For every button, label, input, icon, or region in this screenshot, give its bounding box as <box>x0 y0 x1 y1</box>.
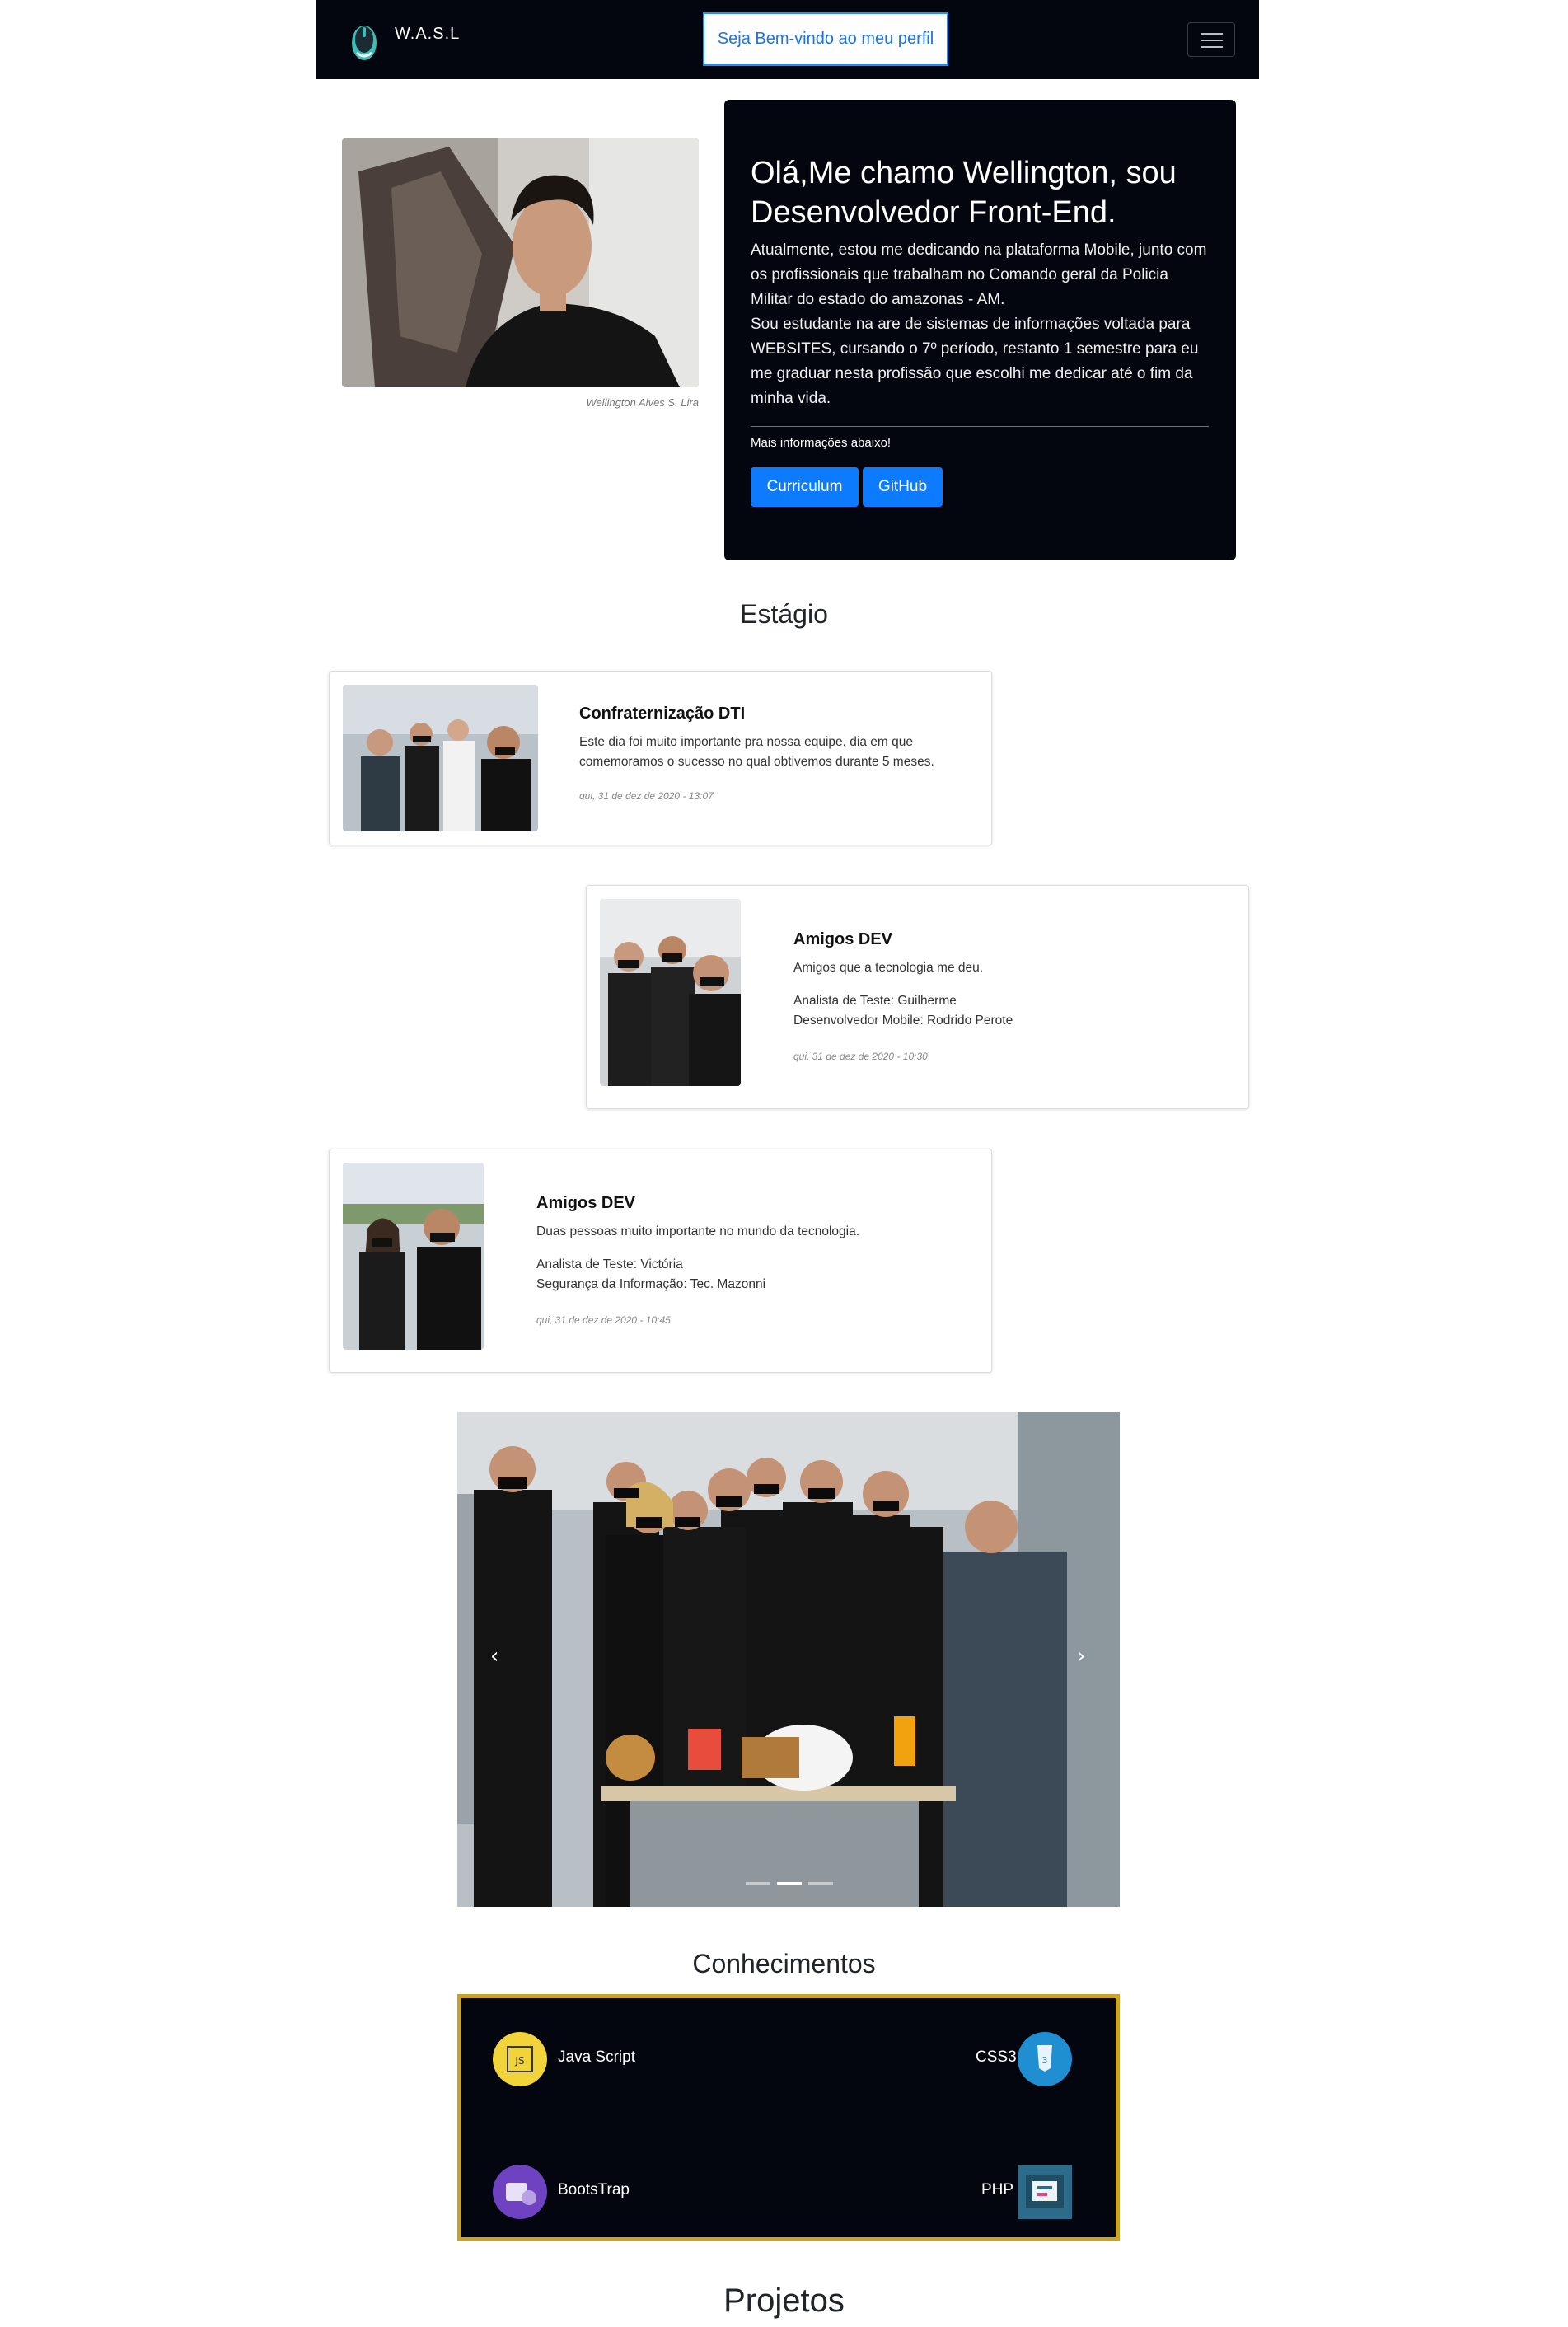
chevron-right-icon[interactable]: › <box>1077 1644 1085 1669</box>
card-confraternizacao: Confraternização DTI Este dia foi muito … <box>329 671 992 845</box>
curriculum-button[interactable]: Curriculum <box>751 467 859 507</box>
card-amigos-dev-2: Amigos DEV Duas pessoas muito importante… <box>329 1149 992 1373</box>
intro-text: Atualmente, estou me dedicando na plataf… <box>751 238 1212 411</box>
navbar: W.A.S.L Seja Bem-vindo ao meu perfil <box>316 0 1259 79</box>
carousel-indicator-2[interactable] <box>777 1882 802 1885</box>
card-text: Amigos que a tecnologia me deu. <box>793 961 984 975</box>
card-title: Amigos DEV <box>536 1194 636 1212</box>
card-extra-2: Segurança da Informação: Tec. Mazonni <box>536 1277 766 1291</box>
bootstrap-icon <box>493 2165 547 2219</box>
carousel-indicator-3[interactable] <box>808 1882 833 1885</box>
welcome-button[interactable]: Seja Bem-vindo ao meu perfil <box>703 12 948 66</box>
skill-css3: CSS3 <box>976 2048 1017 2066</box>
divider <box>751 426 1209 427</box>
card-date: qui, 31 de dez de 2020 - 10:45 <box>536 1314 671 1326</box>
intro-title: Olá,Me chamo Wellington, sou Desenvolved… <box>751 156 1177 230</box>
intro-paragraph-1: Atualmente, estou me dedicando na plataf… <box>751 241 1207 308</box>
github-button[interactable]: GitHub <box>863 467 943 507</box>
card-extra-2: Desenvolvedor Mobile: Rodrido Perote <box>793 1014 1013 1028</box>
skills-panel: JS Java Script CSS3 3 BootsTrap PHP <box>457 1994 1120 2241</box>
carousel-indicator-1[interactable] <box>746 1882 770 1885</box>
estagio-heading: Estágio <box>740 599 828 629</box>
photo-caption: Wellington Alves S. Lira <box>586 396 699 409</box>
skill-php: PHP <box>981 2181 1014 2198</box>
card-date: qui, 31 de dez de 2020 - 13:07 <box>579 790 714 802</box>
intro-jumbotron: Olá,Me chamo Wellington, sou Desenvolved… <box>724 100 1236 560</box>
conhecimentos-heading: Conhecimentos <box>692 1949 876 1978</box>
css3-icon: 3 <box>1018 2032 1072 2086</box>
svg-text:3: 3 <box>1042 2055 1048 2066</box>
card-date: qui, 31 de dez de 2020 - 10:30 <box>793 1051 928 1062</box>
intro-paragraph-2: Sou estudante na are de sistemas de info… <box>751 316 1199 407</box>
mouse-icon[interactable] <box>349 20 380 63</box>
brand-name[interactable]: W.A.S.L <box>395 25 460 44</box>
card-amigos-dev-1: Amigos DEV Amigos que a tecnologia me de… <box>586 885 1249 1109</box>
card-image <box>600 899 741 1086</box>
svg-text:JS: JS <box>514 2055 524 2067</box>
photo-carousel[interactable]: ‹ › <box>457 1412 1120 1907</box>
skill-javascript: Java Script <box>558 2048 635 2066</box>
skill-bootstrap: BootsTrap <box>558 2181 630 2198</box>
card-text: Este dia foi muito importante pra nossa … <box>579 735 934 769</box>
card-title: Amigos DEV <box>793 930 893 948</box>
javascript-icon: JS <box>493 2032 547 2086</box>
profile-photo <box>342 138 699 387</box>
card-extra-1: Analista de Teste: Victória <box>536 1257 683 1271</box>
php-icon <box>1018 2165 1072 2219</box>
card-image <box>343 685 538 831</box>
chevron-left-icon[interactable]: ‹ <box>490 1644 498 1669</box>
projetos-heading: Projetos <box>723 2283 845 2319</box>
navbar-toggler[interactable] <box>1187 22 1235 57</box>
card-text: Duas pessoas muito importante no mundo d… <box>536 1224 860 1238</box>
card-extra-1: Analista de Teste: Guilherme <box>793 994 957 1008</box>
carousel-slide-image <box>457 1412 1120 1907</box>
card-title: Confraternização DTI <box>579 705 746 723</box>
more-info-text: Mais informações abaixo! <box>751 436 892 450</box>
card-image <box>343 1163 484 1350</box>
